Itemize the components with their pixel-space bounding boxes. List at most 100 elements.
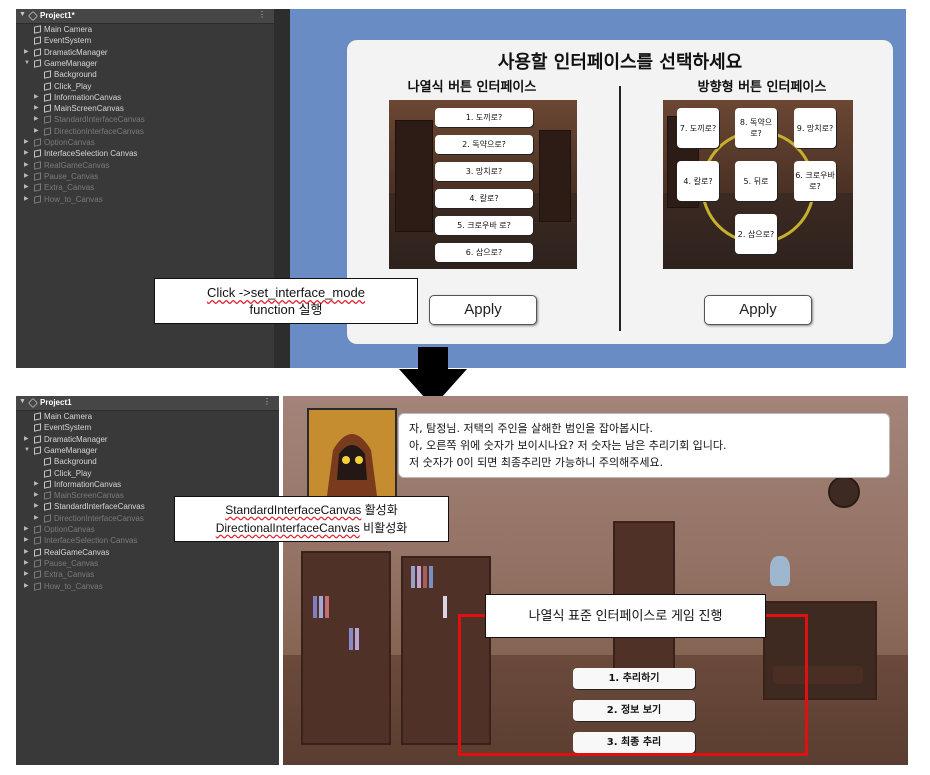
hierarchy-header: ▼ Project1 ⋮ bbox=[16, 396, 279, 411]
expand-toggle-icon[interactable]: ▶ bbox=[34, 490, 39, 501]
expand-toggle-icon[interactable]: ▶ bbox=[34, 126, 39, 137]
collapse-arrow-icon[interactable]: ▼ bbox=[19, 398, 26, 405]
expand-toggle-icon[interactable]: ▶ bbox=[24, 194, 29, 205]
expand-toggle-icon[interactable]: ▶ bbox=[34, 513, 39, 524]
hierarchy-item[interactable]: ▼ GameManager bbox=[16, 58, 274, 69]
game-mode-annotation: 나열식 표준 인터페이스로 게임 진행 bbox=[485, 594, 766, 638]
hierarchy-item[interactable]: ▶ InformationCanvas bbox=[16, 92, 274, 103]
hierarchy-item-label: Pause_Canvas bbox=[44, 558, 99, 568]
expand-toggle-icon[interactable]: ▶ bbox=[24, 160, 29, 171]
expand-toggle-icon[interactable]: ▶ bbox=[24, 171, 29, 182]
direction-option-7[interactable]: 7. 도끼로? bbox=[677, 108, 719, 148]
expand-toggle-icon[interactable]: ▶ bbox=[24, 535, 29, 546]
direction-option-9[interactable]: 9. 망치로? bbox=[794, 108, 836, 148]
interface-selection-panel: 사용할 인터페이스를 선택하세요 나열식 버튼 인터페이스 1. 도끼로? 2.… bbox=[347, 40, 893, 344]
hierarchy-item-label: DirectionInterfaceCanvas bbox=[54, 126, 144, 136]
expand-toggle-icon[interactable]: ▶ bbox=[24, 569, 29, 580]
expand-toggle-icon[interactable]: ▶ bbox=[24, 182, 29, 193]
standard-option-3[interactable]: 3. 망치로? bbox=[435, 162, 533, 181]
hierarchy-item[interactable]: ▼ GameManager bbox=[16, 445, 279, 456]
dialog-line-2: 아, 오른쪽 위에 숫자가 보이시나요? 저 숫자는 남은 추리기회 입니다. bbox=[409, 439, 727, 452]
hierarchy-item[interactable]: ▶ DirectionInterfaceCanvas bbox=[16, 126, 274, 137]
directional-apply-button[interactable]: Apply bbox=[704, 295, 812, 325]
expand-toggle-icon[interactable]: ▶ bbox=[34, 479, 39, 490]
standard-option-2[interactable]: 2. 독약으로? bbox=[435, 135, 533, 154]
standard-option-4[interactable]: 4. 칼로? bbox=[435, 189, 533, 208]
canvas-annotation-line1: StandardInterfaceCanvas 활성화 bbox=[225, 503, 398, 517]
hierarchy-item[interactable]: Main Camera bbox=[16, 24, 274, 35]
wall-clock bbox=[828, 476, 860, 508]
hierarchy-item-label: Pause_Canvas bbox=[44, 171, 99, 181]
gameobject-icon bbox=[34, 36, 41, 46]
hierarchy-item[interactable]: ▶ How_to_Canvas bbox=[16, 581, 279, 592]
hierarchy-item[interactable]: ▶ How_to_Canvas bbox=[16, 194, 274, 205]
standard-option-1[interactable]: 1. 도끼로? bbox=[435, 108, 533, 127]
hierarchy-item[interactable]: ▶ InterfaceSelection Canvas bbox=[16, 148, 274, 159]
hierarchy-item[interactable]: ▶ InformationCanvas bbox=[16, 479, 279, 490]
hierarchy-item-label: Extra_Canvas bbox=[44, 183, 95, 193]
standard-option-6[interactable]: 6. 삽으로? bbox=[435, 243, 533, 262]
hierarchy-item[interactable]: ▶ MainScreenCanvas bbox=[16, 103, 274, 114]
hierarchy-item[interactable]: Background bbox=[16, 456, 279, 467]
hierarchy-item[interactable]: ▶ StandardInterfaceCanvas bbox=[16, 114, 274, 125]
expand-toggle-icon[interactable]: ▶ bbox=[24, 148, 29, 159]
hierarchy-item[interactable]: Click_Play bbox=[16, 81, 274, 92]
expand-toggle-icon[interactable]: ▶ bbox=[34, 501, 39, 512]
standard-apply-button[interactable]: Apply bbox=[429, 295, 537, 325]
direction-option-6[interactable]: 6. 크로우바 로? bbox=[794, 161, 836, 201]
gameobject-icon bbox=[44, 491, 51, 500]
gameobject-icon bbox=[44, 70, 51, 79]
expand-toggle-icon[interactable]: ▶ bbox=[34, 103, 39, 114]
expand-toggle-icon[interactable]: ▶ bbox=[24, 547, 29, 558]
expand-toggle-icon[interactable]: ▶ bbox=[24, 524, 29, 535]
flower-vase bbox=[770, 556, 790, 586]
gameobject-icon bbox=[44, 115, 51, 125]
hierarchy-item-label: DirectionInterfaceCanvas bbox=[54, 513, 144, 523]
expand-toggle-icon[interactable]: ▶ bbox=[24, 434, 29, 445]
kebab-menu-icon[interactable]: ⋮ bbox=[258, 10, 266, 19]
direction-option-8[interactable]: 8. 독약으로? bbox=[735, 108, 777, 148]
project-title: Project1 bbox=[40, 398, 72, 407]
expand-toggle-icon[interactable]: ▶ bbox=[24, 47, 29, 58]
hierarchy-item[interactable]: ▶ OptionCanvas bbox=[16, 137, 274, 148]
gameobject-icon bbox=[34, 149, 41, 159]
hierarchy-item[interactable]: ▶ RealGameCanvas bbox=[16, 547, 279, 558]
unity-scene-icon bbox=[28, 11, 38, 21]
expand-toggle-icon[interactable]: ▶ bbox=[24, 558, 29, 569]
hierarchy-item[interactable]: ▶ DramaticManager bbox=[16, 434, 279, 445]
directional-interface-title: 방향형 버튼 인터페이스 bbox=[697, 80, 827, 95]
hierarchy-item-label: DramaticManager bbox=[44, 47, 108, 57]
hierarchy-item-label: RealGameCanvas bbox=[44, 160, 110, 170]
direction-option-5[interactable]: 5. 뒤로 bbox=[735, 161, 777, 201]
kebab-menu-icon[interactable]: ⋮ bbox=[263, 397, 271, 406]
standard-option-5[interactable]: 5. 크로우바 로? bbox=[435, 216, 533, 235]
expand-toggle-icon[interactable]: ▶ bbox=[24, 581, 29, 592]
hierarchy-item[interactable]: Click_Play bbox=[16, 468, 279, 479]
hierarchy-item[interactable]: ▶ Extra_Canvas bbox=[16, 182, 274, 193]
project-title: Project1* bbox=[40, 11, 75, 20]
expand-toggle-icon[interactable]: ▶ bbox=[34, 92, 39, 103]
hierarchy-item[interactable]: EventSystem bbox=[16, 35, 274, 46]
hierarchy-item-label: DramaticManager bbox=[44, 434, 108, 444]
expand-toggle-icon[interactable]: ▶ bbox=[34, 114, 39, 125]
hierarchy-item[interactable]: ▶ Pause_Canvas bbox=[16, 171, 274, 182]
direction-option-2[interactable]: 2. 삽으로? bbox=[735, 214, 777, 254]
expand-toggle-icon[interactable]: ▶ bbox=[24, 137, 29, 148]
hierarchy-item[interactable]: ▶ Extra_Canvas bbox=[16, 569, 279, 580]
hierarchy-item[interactable]: ▶ Pause_Canvas bbox=[16, 558, 279, 569]
hierarchy-item[interactable]: Main Camera bbox=[16, 411, 279, 422]
hierarchy-item[interactable]: EventSystem bbox=[16, 422, 279, 433]
hierarchy-item[interactable]: Background bbox=[16, 69, 274, 80]
gameobject-icon bbox=[34, 434, 41, 444]
hierarchy-item[interactable]: ▶ DramaticManager bbox=[16, 47, 274, 58]
hierarchy-item-label: Background bbox=[54, 70, 97, 80]
expand-toggle-icon[interactable]: ▼ bbox=[24, 58, 30, 69]
panel-divider bbox=[619, 86, 621, 331]
direction-option-4[interactable]: 4. 칼로? bbox=[677, 161, 719, 201]
gameobject-icon bbox=[44, 81, 51, 91]
hierarchy-item[interactable]: ▶ RealGameCanvas bbox=[16, 160, 274, 171]
expand-toggle-icon[interactable]: ▼ bbox=[24, 445, 30, 456]
hierarchy-item-label: OptionCanvas bbox=[44, 525, 95, 534]
click-annotation: Click ->set_interface_mode function 실행 bbox=[154, 278, 418, 324]
collapse-arrow-icon[interactable]: ▼ bbox=[19, 11, 26, 18]
